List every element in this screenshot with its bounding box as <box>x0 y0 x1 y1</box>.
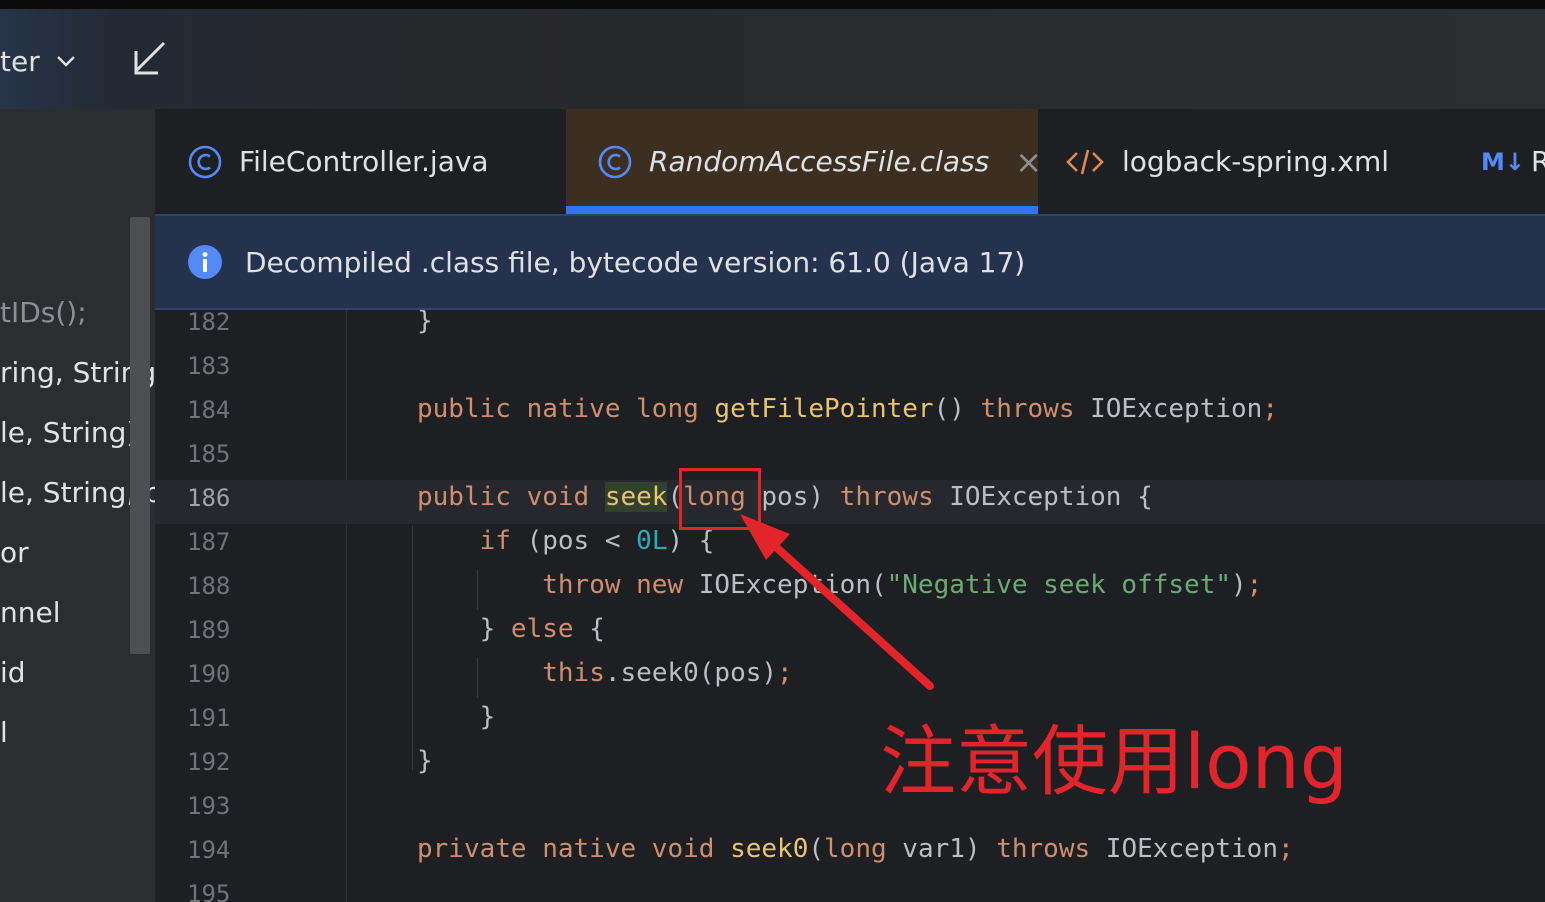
annotation-text: 注意使用long <box>880 717 1349 806</box>
